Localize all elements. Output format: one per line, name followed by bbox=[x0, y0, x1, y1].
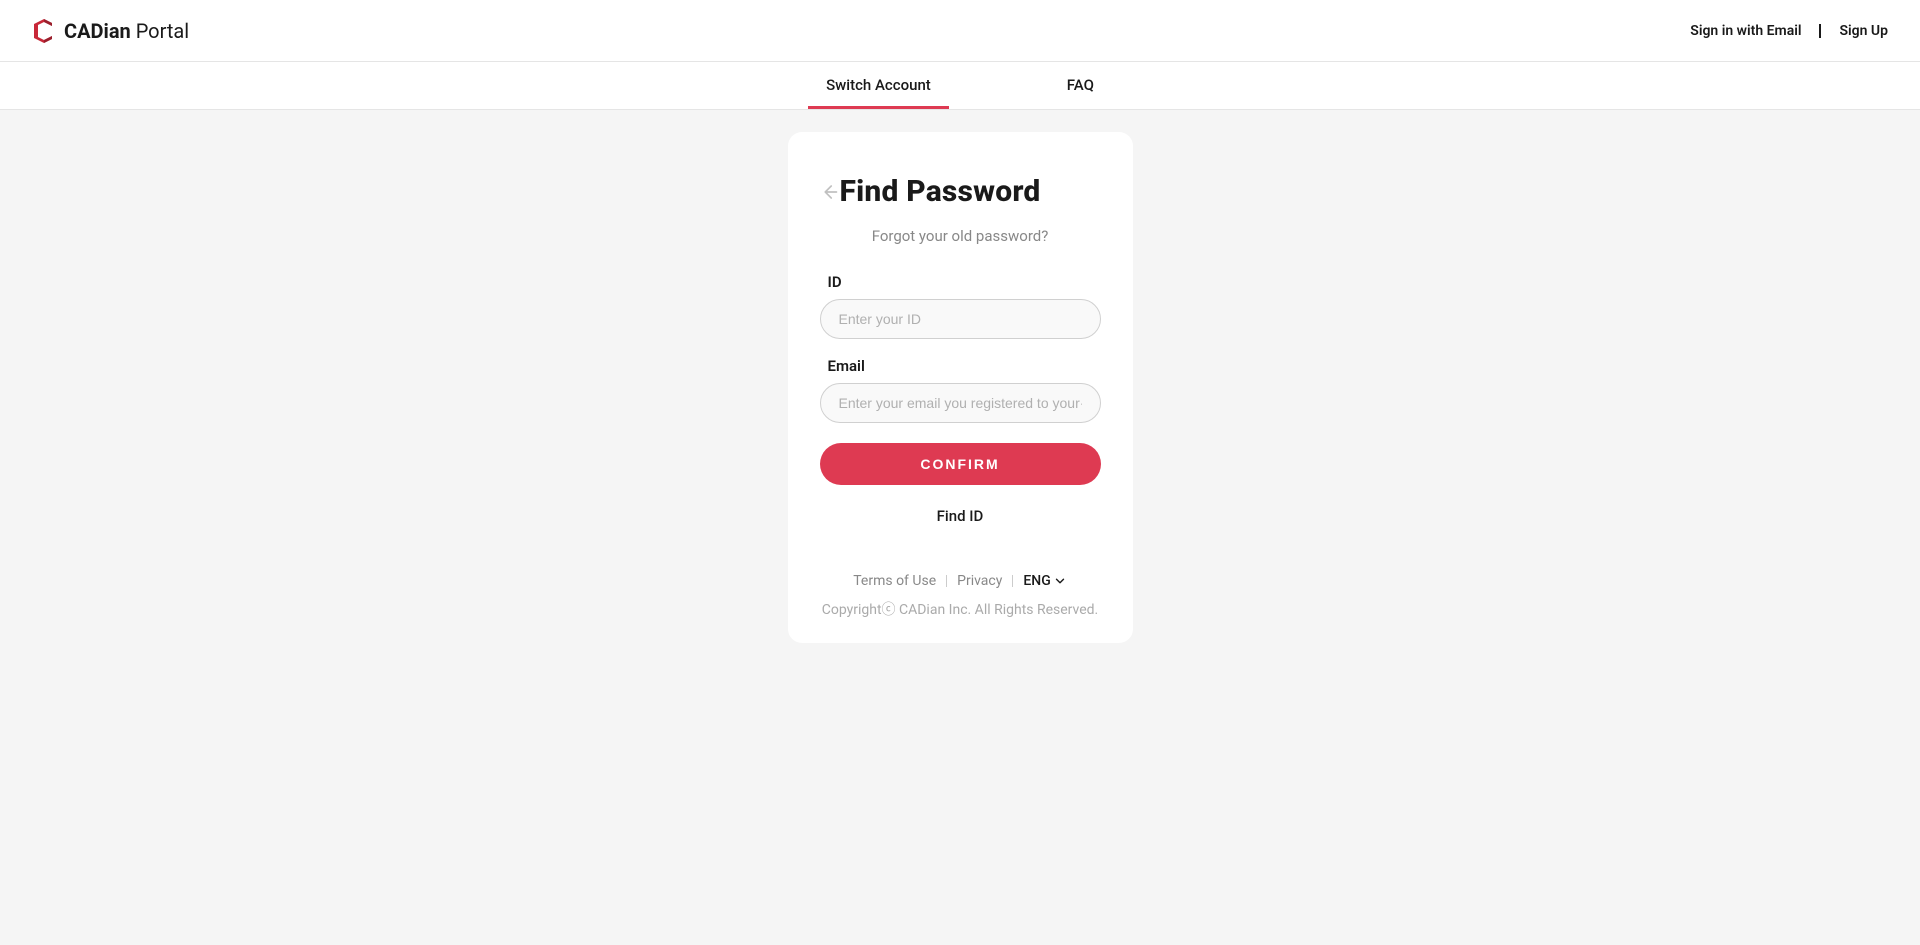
footer-links: Terms of Use Privacy ENG bbox=[820, 573, 1101, 589]
signup-link[interactable]: Sign Up bbox=[1839, 23, 1888, 39]
language-selector[interactable]: ENG bbox=[1023, 573, 1066, 589]
terms-link[interactable]: Terms of Use bbox=[853, 573, 936, 589]
brand-name: CADian Portal bbox=[64, 19, 189, 43]
back-arrow-icon[interactable] bbox=[820, 180, 838, 204]
email-field-group: Email bbox=[820, 357, 1101, 423]
email-input[interactable] bbox=[820, 383, 1101, 423]
brand-logo-icon bbox=[32, 17, 56, 45]
app-header: CADian Portal Sign in with Email Sign Up bbox=[0, 0, 1920, 62]
confirm-button[interactable]: CONFIRM bbox=[820, 443, 1101, 485]
tab-switch-account[interactable]: Switch Account bbox=[808, 62, 949, 109]
footer-sep bbox=[946, 575, 947, 587]
id-field-group: ID bbox=[820, 273, 1101, 339]
find-id-link[interactable]: Find ID bbox=[820, 507, 1101, 525]
page-main: Find Password Forgot your old password? … bbox=[0, 110, 1920, 643]
page-subtitle: Forgot your old password? bbox=[820, 227, 1101, 245]
id-label: ID bbox=[820, 273, 1101, 291]
signin-link[interactable]: Sign in with Email bbox=[1690, 23, 1801, 39]
tabs-bar: Switch Account FAQ bbox=[0, 62, 1920, 110]
email-label: Email bbox=[820, 357, 1101, 375]
tab-faq[interactable]: FAQ bbox=[1049, 62, 1112, 109]
privacy-link[interactable]: Privacy bbox=[957, 573, 1002, 589]
chevron-down-icon bbox=[1053, 574, 1067, 588]
language-label: ENG bbox=[1023, 573, 1050, 589]
header-divider bbox=[1819, 24, 1821, 38]
id-input[interactable] bbox=[820, 299, 1101, 339]
header-right: Sign in with Email Sign Up bbox=[1690, 23, 1888, 39]
brand[interactable]: CADian Portal bbox=[32, 17, 189, 45]
find-password-card: Find Password Forgot your old password? … bbox=[788, 132, 1133, 643]
card-footer: Terms of Use Privacy ENG Copyrightⓒ CADi… bbox=[820, 573, 1101, 619]
copyright-text: Copyrightⓒ CADian Inc. All Rights Reserv… bbox=[820, 599, 1101, 619]
footer-sep bbox=[1012, 575, 1013, 587]
page-title: Find Password bbox=[840, 174, 1041, 209]
